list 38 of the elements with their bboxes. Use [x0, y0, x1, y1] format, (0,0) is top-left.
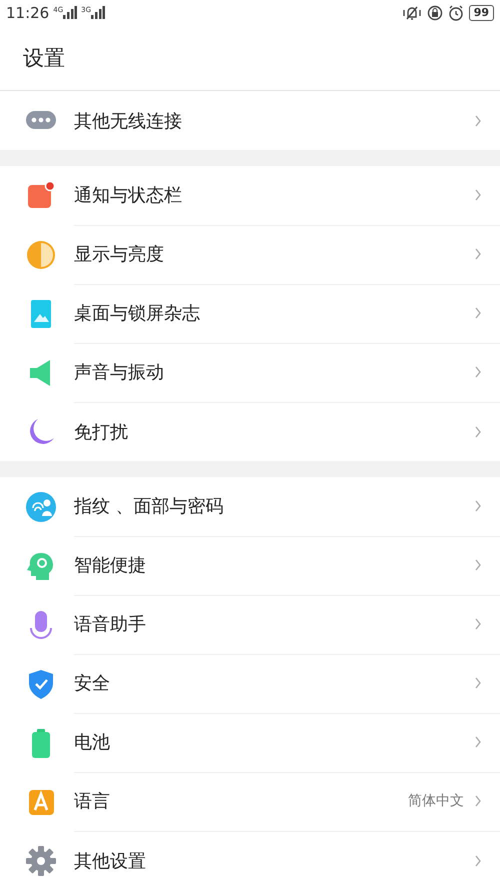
setting-label[interactable]: 其他无线连接 [74, 108, 474, 132]
setting-value: 简体中文 [408, 792, 464, 810]
setting-label[interactable]: 智能便捷 [74, 553, 474, 577]
setting-label[interactable]: 桌面与锁屏杂志 [74, 301, 474, 325]
status-time: 11:26 [6, 4, 50, 22]
setting-label[interactable]: 指纹 、面部与密码 [74, 494, 474, 518]
setting-label[interactable]: 通知与状态栏 [74, 183, 474, 207]
battery-level: 99 [468, 4, 494, 20]
chevron-icon [474, 424, 482, 438]
chevron-icon [474, 735, 482, 749]
fingerprint-icon[interactable] [25, 490, 57, 522]
chevron-icon [474, 676, 482, 690]
chevron-icon [474, 306, 482, 320]
chevron-icon [474, 854, 482, 868]
setting-label[interactable]: 语言 [74, 789, 408, 813]
setting-label[interactable]: 声音与振动 [74, 360, 474, 384]
signal-icon [91, 6, 106, 19]
signal-icon [63, 6, 78, 19]
chevron-icon [474, 247, 482, 261]
setting-label[interactable]: 电池 [74, 730, 474, 754]
gear-icon[interactable] [25, 844, 57, 876]
chevron-icon [474, 558, 482, 572]
vibrate-icon [402, 4, 422, 20]
alarm-icon [448, 4, 464, 20]
setting-label[interactable]: 其他设置 [74, 848, 474, 872]
setting-label[interactable]: 安全 [74, 671, 474, 695]
brightness-icon[interactable] [25, 238, 57, 270]
setting-label[interactable]: 显示与亮度 [74, 242, 474, 266]
setting-label[interactable]: 免打扰 [74, 420, 474, 444]
page-title: 设置 [0, 25, 500, 91]
chevron-icon [474, 188, 482, 202]
setting-label[interactable]: 语音助手 [74, 612, 474, 636]
chevron-icon [474, 114, 482, 128]
chevron-icon [474, 365, 482, 379]
chevron-icon [474, 617, 482, 631]
chevron-icon [474, 499, 482, 513]
chevron-icon [474, 794, 482, 808]
lock-icon [426, 4, 443, 20]
